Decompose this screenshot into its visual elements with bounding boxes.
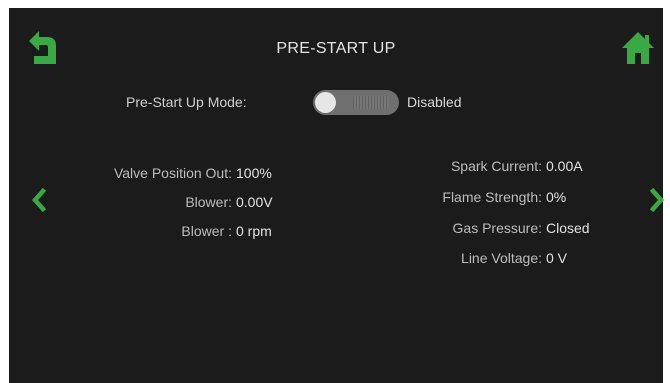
gas-pressure-label: Gas Pressure: xyxy=(452,220,542,236)
blower-rpm-value: 0 rpm xyxy=(236,223,272,239)
home-icon[interactable] xyxy=(621,30,655,66)
chevron-right-icon[interactable] xyxy=(649,187,665,213)
flame-strength-label: Flame Strength: xyxy=(442,189,542,205)
valve-position-out-label: Valve Position Out: xyxy=(113,165,232,181)
toggle-knob xyxy=(315,92,336,113)
chevron-left-icon[interactable] xyxy=(31,187,47,213)
pre-start-up-mode-state: Disabled xyxy=(407,94,462,110)
gas-pressure-row: Gas Pressure: Closed xyxy=(402,220,590,236)
valve-position-out-value: 100% xyxy=(236,165,272,181)
blower-voltage-value: 0.00V xyxy=(236,194,273,210)
spark-current-row: Spark Current: 0.00A xyxy=(402,158,583,174)
pre-start-up-mode-toggle[interactable] xyxy=(313,90,399,115)
pre-start-up-mode-label: Pre-Start Up Mode: xyxy=(126,94,247,110)
blower-voltage-label: Blower: xyxy=(185,194,232,210)
blower-voltage-row: Blower: 0.00V xyxy=(185,194,288,210)
toggle-track xyxy=(353,96,389,109)
line-voltage-value: 0 V xyxy=(546,250,568,266)
pre-start-up-screen: PRE-START UP Pre-Start Up Mode: Disabled… xyxy=(9,8,665,383)
line-voltage-label: Line Voltage: xyxy=(461,250,542,266)
blower-rpm-row: Blower :0 rpm xyxy=(181,223,288,239)
spark-current-value: 0.00A xyxy=(546,158,583,174)
spark-current-label: Spark Current: xyxy=(450,158,542,174)
line-voltage-row: Line Voltage: 0 V xyxy=(402,250,567,266)
valve-position-out-row: Valve Position Out: 100% xyxy=(114,165,288,181)
flame-strength-row: Flame Strength: 0% xyxy=(402,189,566,205)
blower-rpm-label: Blower : xyxy=(181,223,232,239)
gas-pressure-value: Closed xyxy=(546,220,590,236)
page-title: PRE-START UP xyxy=(276,40,396,57)
flame-strength-value: 0% xyxy=(546,189,567,205)
